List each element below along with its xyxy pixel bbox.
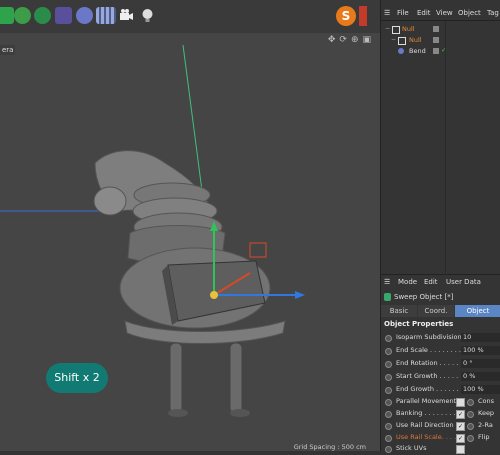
prop-end-growth: End Growth . . . . . . 100 % <box>381 384 500 396</box>
sweep-icon <box>384 293 391 301</box>
prop-label: End Scale . . . . . . . . <box>396 346 461 354</box>
divider <box>381 20 500 21</box>
animation-radio-icon[interactable] <box>385 435 392 442</box>
divider <box>381 274 500 275</box>
prop-value-field[interactable]: 0 ° <box>461 359 500 368</box>
null-object-icon <box>392 26 400 34</box>
object-name[interactable]: Null <box>402 25 415 33</box>
animation-radio-icon[interactable] <box>385 399 392 406</box>
checkbox-checked[interactable]: ✓ <box>456 434 465 443</box>
cube-icon[interactable] <box>0 7 14 24</box>
visibility-icon[interactable] <box>433 26 439 32</box>
menu-object[interactable]: Object <box>458 9 481 17</box>
prop-label-right: 2-Ra <box>478 421 493 429</box>
managers-panel: ☰ File Edit View Object Tag − Null − Nul… <box>380 0 500 454</box>
attribute-tabs: Basic Coord. Object <box>381 305 500 317</box>
prop-label: End Growth . . . . . . <box>396 385 459 393</box>
prop-label-right: Keep <box>478 409 495 417</box>
shift-badge: Shift x 2 <box>46 363 108 393</box>
tab-coord[interactable]: Coord. <box>418 305 454 317</box>
prop-value-field[interactable]: 100 % <box>461 385 500 394</box>
checkbox[interactable] <box>456 398 465 407</box>
prop-label: Isoparm Subdivision <box>396 333 462 341</box>
expand-icon[interactable]: − <box>385 25 390 32</box>
prop-label: End Rotation . . . . . <box>396 359 459 367</box>
deformer-icon[interactable] <box>55 7 72 24</box>
menu-file[interactable]: File <box>397 9 409 17</box>
column-divider <box>445 21 446 273</box>
nurbs-icon[interactable] <box>76 7 93 24</box>
prop-label: Banking . . . . . . . . . <box>396 409 460 417</box>
prop-value-field[interactable]: 10 <box>461 333 500 342</box>
generator-icon[interactable] <box>34 7 51 24</box>
prop-label: Use Rail Scale. . . . <box>396 433 457 441</box>
animation-radio-icon[interactable] <box>467 435 474 442</box>
prop-end-scale: End Scale . . . . . . . . 100 % <box>381 345 500 357</box>
cinema4d-logo-icon[interactable]: S <box>336 6 356 26</box>
spline-pen-icon[interactable] <box>14 7 31 24</box>
scene-floor-icon[interactable] <box>96 7 116 24</box>
animation-radio-icon[interactable] <box>385 361 392 368</box>
tree-row-null-2[interactable]: − Null <box>381 35 500 46</box>
section-title: Object Properties <box>384 320 454 328</box>
object-title: Sweep Object [*] <box>381 291 500 304</box>
light-icon[interactable] <box>139 7 156 24</box>
prop-label-right: Cons <box>478 397 495 405</box>
visibility-icon[interactable] <box>433 37 439 43</box>
prop-label: Start Growth . . . . . <box>396 372 459 380</box>
prop-stick-uvs: Stick UVs <box>381 443 500 455</box>
menu-tag[interactable]: Tag <box>487 9 499 17</box>
layout-switch-icon[interactable] <box>359 6 367 26</box>
prop-value-field[interactable]: 0 % <box>461 372 500 381</box>
object-name[interactable]: Null <box>409 36 422 44</box>
object-manager-menubar: ☰ File Edit View Object Tag <box>381 7 500 20</box>
checkbox-checked[interactable]: ✓ <box>456 422 465 431</box>
prop-label: Use Rail Direction <box>396 421 454 429</box>
animation-radio-icon[interactable] <box>385 423 392 430</box>
animation-radio-icon[interactable] <box>467 411 474 418</box>
logo-letter: S <box>341 9 351 23</box>
tree-row-bend[interactable]: Bend ✓ <box>381 46 500 57</box>
checkbox-checked[interactable]: ✓ <box>456 410 465 419</box>
prop-label-right: Flip <box>478 433 490 441</box>
animation-radio-icon[interactable] <box>467 399 474 406</box>
prop-parallel-movement: Parallel Movement Cons <box>381 396 500 408</box>
tree-row-null-1[interactable]: − Null <box>381 24 500 35</box>
bend-deformer-icon <box>398 48 404 54</box>
camera-icon[interactable] <box>118 7 135 24</box>
animation-radio-icon[interactable] <box>385 335 392 342</box>
menu-edit[interactable]: Edit <box>424 278 438 286</box>
object-name[interactable]: Bend <box>409 47 426 55</box>
main-toolbar: S <box>0 0 380 34</box>
animation-radio-icon[interactable] <box>385 446 392 453</box>
grid-spacing-label: Grid Spacing : 500 cm <box>293 443 366 451</box>
animation-radio-icon[interactable] <box>467 423 474 430</box>
visibility-icon[interactable] <box>433 48 439 54</box>
expand-icon[interactable]: − <box>391 36 396 43</box>
prop-end-rotation: End Rotation . . . . . 0 ° <box>381 358 500 370</box>
prop-isoparm-subdivision: Isoparm Subdivision 10 <box>381 332 500 344</box>
menu-edit[interactable]: Edit <box>417 9 431 17</box>
animation-radio-icon[interactable] <box>385 411 392 418</box>
animation-radio-icon[interactable] <box>385 374 392 381</box>
hamburger-menu-icon[interactable]: ☰ <box>384 9 390 17</box>
attribute-manager-menubar: ☰ Mode Edit User Data <box>381 276 500 290</box>
tab-object[interactable]: Object <box>455 305 500 317</box>
checkbox[interactable] <box>456 445 465 454</box>
object-title-label: Sweep Object [*] <box>394 293 454 301</box>
prop-start-growth: Start Growth . . . . . 0 % <box>381 371 500 383</box>
menu-view[interactable]: View <box>436 9 453 17</box>
prop-banking: Banking . . . . . . . . . ✓ Keep <box>381 408 500 420</box>
hamburger-menu-icon[interactable]: ☰ <box>384 278 390 286</box>
prop-use-rail-direction: Use Rail Direction ✓ 2-Ra <box>381 420 500 432</box>
null-object-icon <box>398 37 406 45</box>
3d-viewport[interactable]: era ✥⟳⊕▣ Shift x 2 Grid Spacing: 500 cm <box>0 33 380 451</box>
menu-mode[interactable]: Mode <box>398 278 417 286</box>
prop-value-field[interactable]: 100 % <box>461 346 500 355</box>
prop-label: Parallel Movement <box>396 397 457 405</box>
animation-radio-icon[interactable] <box>385 387 392 394</box>
animation-radio-icon[interactable] <box>385 348 392 355</box>
tab-basic[interactable]: Basic <box>381 305 417 317</box>
menu-user-data[interactable]: User Data <box>446 278 481 286</box>
